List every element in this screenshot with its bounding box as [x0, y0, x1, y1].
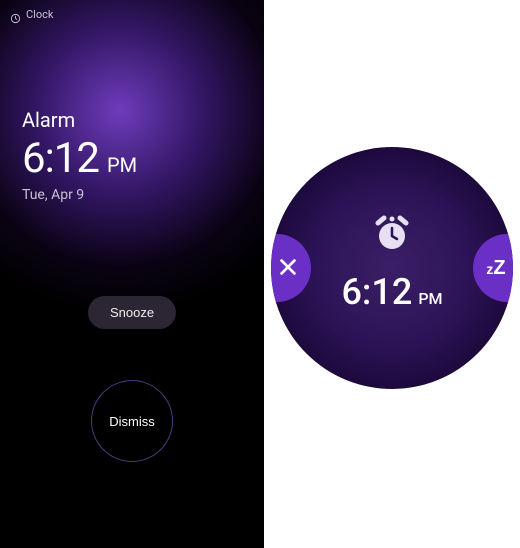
alarm-time-value: 6:12 [22, 134, 99, 183]
dismiss-button[interactable]: Dismiss [91, 380, 173, 462]
alarm-date: Tue, Apr 9 [22, 187, 137, 203]
snooze-icon: zZ [486, 257, 505, 280]
alarm-label: Alarm [22, 108, 137, 132]
watch-time: 6:12 PM [341, 271, 442, 313]
alarm-time: 6:12 PM [22, 134, 137, 183]
clock-icon [10, 9, 21, 20]
alarm-info: Alarm 6:12 PM Tue, Apr 9 [22, 108, 137, 203]
watch-ampm: PM [418, 289, 442, 308]
status-app-name: Clock [26, 8, 53, 21]
alarm-ampm: PM [107, 153, 137, 177]
phone-alarm-screen: Clock Alarm 6:12 PM Tue, Apr 9 Snooze Di… [0, 0, 264, 548]
close-icon [277, 256, 299, 281]
alarm-clock-icon [370, 213, 414, 257]
watch-alarm-screen-wrap: 6:12 PM zZ [264, 140, 520, 396]
watch-face: 6:12 PM zZ [271, 147, 513, 389]
watch-time-value: 6:12 [341, 271, 412, 313]
status-bar: Clock [10, 8, 53, 21]
snooze-button[interactable]: Snooze [88, 296, 176, 329]
